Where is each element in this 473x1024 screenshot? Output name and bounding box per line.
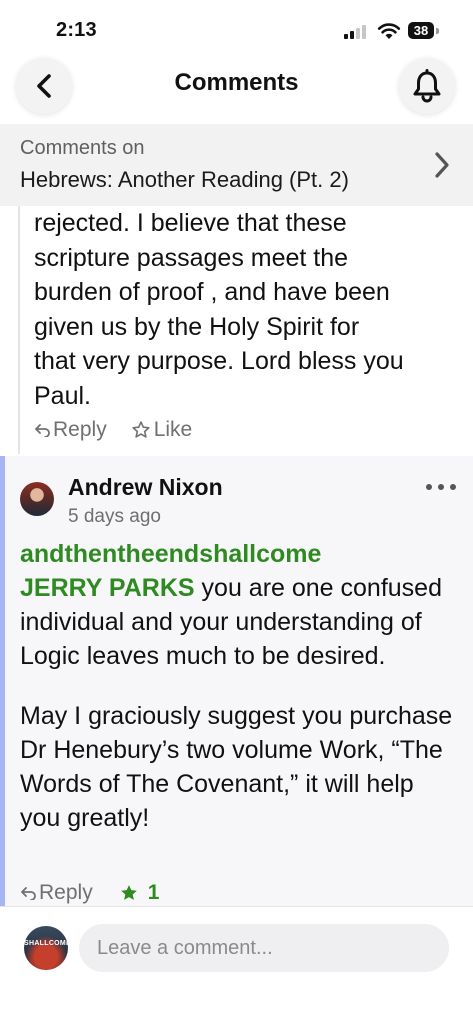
comment-line: Paul. xyxy=(34,381,91,410)
cellular-signal-icon xyxy=(344,25,370,39)
like-count: 1 xyxy=(147,881,160,904)
more-options-icon[interactable] xyxy=(426,484,456,494)
reply-button[interactable]: Reply xyxy=(20,881,93,905)
reply-icon xyxy=(35,424,50,437)
star-outline-icon xyxy=(132,421,150,438)
status-bar: 2:13 38 xyxy=(0,0,473,58)
avatar[interactable] xyxy=(20,482,54,516)
comment-composer: SHALLCOME xyxy=(0,906,473,1024)
post-context-link[interactable]: Comments on Hebrews: Another Reading (Pt… xyxy=(0,124,473,206)
comment-timestamp: 5 days ago xyxy=(68,506,161,527)
status-time: 2:13 xyxy=(56,19,97,41)
comment-line: burden of proof , and have been xyxy=(34,278,390,306)
comment-line: that very purpose. Lord bless you xyxy=(34,347,404,375)
mention-link[interactable]: JERRY PARKS xyxy=(20,574,195,602)
post-title: Hebrews: Another Reading (Pt. 2) xyxy=(20,167,349,192)
context-label: Comments on xyxy=(20,137,145,159)
chevron-right-icon xyxy=(435,152,449,178)
mention-link[interactable]: andthentheendshallcome xyxy=(20,540,321,568)
like-label: Like xyxy=(153,418,193,441)
bell-icon xyxy=(413,69,441,103)
reply-label: Reply xyxy=(53,418,107,441)
comment-line: scripture passages meet the xyxy=(34,243,349,272)
comment-line: rejected. I believe that these xyxy=(34,209,347,237)
comment-card: rejected. I believe that these scripture… xyxy=(18,206,473,454)
comment-input[interactable] xyxy=(79,924,449,972)
comment-line: given us by the Holy Spirit for xyxy=(34,312,360,341)
comment-author[interactable]: Andrew Nixon xyxy=(68,474,223,501)
comment-actions: Reply 1 xyxy=(20,881,159,905)
comment-card: Andrew Nixon 5 days ago andthentheendsha… xyxy=(0,456,473,906)
comment-actions: Reply Like xyxy=(34,418,192,442)
comment-body: andthentheendshallcome JERRY PARKS you ar… xyxy=(20,537,460,835)
like-button[interactable]: Like xyxy=(131,418,193,442)
avatar: SHALLCOME xyxy=(24,926,68,970)
battery-icon: 38 xyxy=(408,22,434,39)
nav-bar: Comments xyxy=(0,58,473,122)
thread-highlight-bar xyxy=(0,456,5,906)
wifi-icon xyxy=(377,23,401,39)
comment-body: rejected. I believe that these scripture… xyxy=(34,206,464,413)
thread-line xyxy=(18,206,20,454)
notifications-button[interactable] xyxy=(399,58,455,114)
battery-cap xyxy=(436,28,439,34)
reply-button[interactable]: Reply xyxy=(34,418,107,442)
reply-icon xyxy=(21,887,36,900)
comment-text: May I graciously suggest you purchase Dr… xyxy=(20,702,453,832)
like-button[interactable]: 1 xyxy=(119,881,160,905)
reply-label: Reply xyxy=(39,881,93,904)
avatar-text: SHALLCOME xyxy=(24,940,68,947)
star-filled-icon xyxy=(120,885,137,900)
